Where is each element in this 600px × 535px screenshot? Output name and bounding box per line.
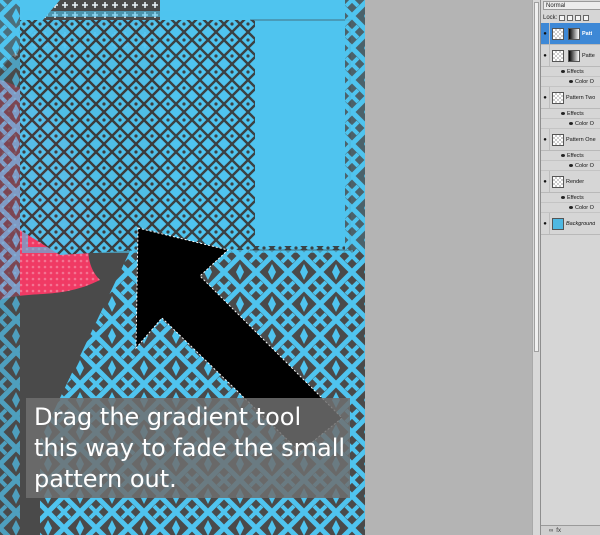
effect-eye-icon[interactable] bbox=[561, 154, 565, 157]
layer-effects-row[interactable]: Effects bbox=[541, 109, 600, 119]
layer-thumbnail bbox=[552, 91, 564, 104]
lock-transparency-icon[interactable] bbox=[559, 14, 566, 21]
eye-icon[interactable]: ● bbox=[541, 171, 550, 192]
link-icon[interactable]: ∞ bbox=[549, 528, 553, 534]
effect-label: Color O bbox=[575, 162, 594, 169]
layer-thumbnail bbox=[552, 133, 564, 146]
layer-effects-row[interactable]: Effects bbox=[541, 67, 600, 77]
layer-row[interactable]: ● Pattern Two bbox=[541, 87, 600, 109]
layer-thumbnail bbox=[552, 49, 564, 62]
effect-eye-icon[interactable] bbox=[569, 122, 573, 125]
layer-mask-thumbnail[interactable] bbox=[568, 49, 580, 62]
effect-label: Effects bbox=[567, 194, 584, 201]
document-canvas[interactable]: Drag the gradient tool this way to fade … bbox=[0, 0, 365, 535]
effect-label: Effects bbox=[567, 110, 584, 117]
scrollbar-thumb[interactable] bbox=[534, 2, 539, 352]
effect-eye-icon[interactable] bbox=[561, 70, 565, 73]
workspace-background bbox=[365, 0, 532, 535]
layer-effect-item[interactable]: Color O bbox=[541, 119, 600, 129]
effect-eye-icon[interactable] bbox=[561, 112, 565, 115]
effect-label: Color O bbox=[575, 78, 594, 85]
callout-text: Drag the gradient tool this way to fade … bbox=[34, 403, 346, 493]
lock-label: Lock: bbox=[543, 14, 558, 21]
eye-icon[interactable]: ● bbox=[541, 23, 550, 44]
layer-effect-item[interactable]: Color O bbox=[541, 161, 600, 171]
layer-name: Pattern Two bbox=[566, 94, 596, 101]
layer-name: Render bbox=[566, 178, 585, 185]
layer-thumbnail bbox=[552, 27, 564, 40]
eye-icon[interactable]: ● bbox=[541, 87, 550, 108]
layer-name: Patt bbox=[582, 30, 593, 37]
instruction-callout: Drag the gradient tool this way to fade … bbox=[26, 398, 350, 498]
layer-effect-item[interactable]: Color O bbox=[541, 203, 600, 213]
blend-mode-select[interactable]: Normal bbox=[543, 1, 600, 10]
layers-panel: Normal Lock: ● Patt ● Patte Effects Color O ● P… bbox=[540, 0, 600, 535]
effect-eye-icon[interactable] bbox=[561, 196, 565, 199]
effect-label: Effects bbox=[567, 68, 584, 75]
effect-eye-icon[interactable] bbox=[569, 164, 573, 167]
layer-effects-row[interactable]: Effects bbox=[541, 193, 600, 203]
lock-all-icon[interactable] bbox=[583, 14, 590, 21]
photoshop-window: Drag the gradient tool this way to fade … bbox=[0, 0, 600, 535]
effect-label: Color O bbox=[575, 120, 594, 127]
effect-eye-icon[interactable] bbox=[569, 80, 573, 83]
layer-row[interactable]: ● Patt bbox=[541, 23, 600, 45]
fx-icon[interactable]: fx bbox=[556, 528, 561, 534]
layer-row[interactable]: ● Pattern One bbox=[541, 129, 600, 151]
lock-row: Lock: bbox=[543, 13, 590, 22]
lock-pixels-icon[interactable] bbox=[567, 14, 574, 21]
effect-label: Effects bbox=[567, 152, 584, 159]
layer-thumbnail bbox=[552, 175, 564, 188]
layer-list: ● Patt ● Patte Effects Color O ● Pattern Two Eff… bbox=[541, 23, 600, 235]
layer-row[interactable]: ● Render bbox=[541, 171, 600, 193]
eye-icon[interactable]: ● bbox=[541, 129, 550, 150]
eye-icon[interactable]: ● bbox=[541, 213, 550, 234]
panel-bottom-bar: ∞ fx bbox=[541, 525, 600, 535]
eye-icon[interactable]: ● bbox=[541, 45, 550, 66]
layer-effects-row[interactable]: Effects bbox=[541, 151, 600, 161]
layer-mask-thumbnail[interactable] bbox=[568, 27, 580, 40]
layer-row[interactable]: ● Background bbox=[541, 213, 600, 235]
vertical-scrollbar[interactable] bbox=[532, 0, 540, 535]
layer-row[interactable]: ● Patte bbox=[541, 45, 600, 67]
layer-name: Background bbox=[566, 220, 596, 227]
layer-thumbnail bbox=[552, 217, 564, 230]
layer-effect-item[interactable]: Color O bbox=[541, 77, 600, 87]
effect-eye-icon[interactable] bbox=[569, 206, 573, 209]
effect-label: Color O bbox=[575, 204, 594, 211]
lock-position-icon[interactable] bbox=[575, 14, 582, 21]
layer-name: Pattern One bbox=[566, 136, 596, 143]
layer-name: Patte bbox=[582, 52, 595, 59]
